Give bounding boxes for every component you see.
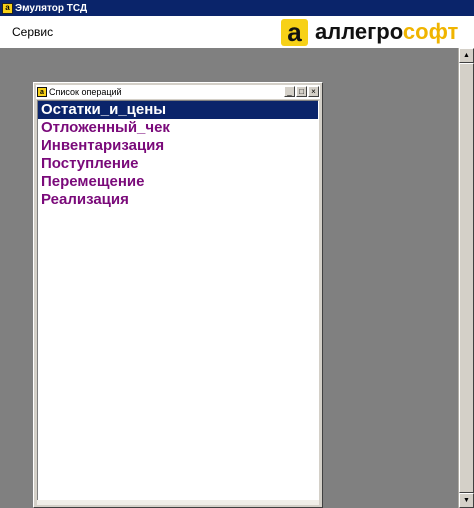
menu-item-service[interactable]: Сервис	[12, 25, 53, 39]
list-item-receipt[interactable]: Поступление	[38, 155, 318, 173]
menubar: Сервис а аллегрософт	[0, 16, 474, 48]
list-item-transfer[interactable]: Перемещение	[38, 173, 318, 191]
logo-mark-icon: а	[281, 18, 308, 46]
list-item-stock-prices[interactable]: Остатки_и_цены	[38, 101, 318, 119]
scroll-up-button[interactable]: ▲	[459, 48, 474, 63]
scroll-thumb[interactable]	[459, 63, 474, 493]
logo-word-accent: софт	[402, 19, 459, 44]
app-icon: а	[2, 2, 13, 14]
window-controls: _ □ ×	[284, 86, 319, 97]
operations-list[interactable]: Остатки_и_цены Отложенный_чек Инвентариз…	[37, 100, 319, 505]
maximize-button[interactable]: □	[296, 86, 307, 97]
brand-logo: а аллегрософт	[281, 18, 458, 46]
minimize-button[interactable]: _	[284, 86, 295, 97]
close-button[interactable]: ×	[308, 86, 319, 97]
list-item-inventory[interactable]: Инвентаризация	[38, 137, 318, 155]
logo-wordmark: аллегрософт	[315, 21, 458, 43]
operations-titlebar[interactable]: а Список операций _ □ ×	[36, 85, 320, 99]
list-item-sale[interactable]: Реализация	[38, 191, 318, 209]
list-item-deferred-receipt[interactable]: Отложенный_чек	[38, 119, 318, 137]
window-title: Эмулятор ТСД	[15, 2, 88, 14]
vertical-scrollbar[interactable]: ▲ ▼	[458, 48, 474, 508]
operations-window: а Список операций _ □ × Остатки_и_цены О…	[33, 82, 323, 508]
scroll-down-button[interactable]: ▼	[459, 493, 474, 508]
horizontal-scroll-strip	[37, 500, 319, 505]
window-titlebar: а Эмулятор ТСД	[0, 0, 474, 16]
child-app-icon: а	[37, 87, 47, 97]
operations-window-title: Список операций	[49, 87, 122, 97]
logo-word-dark: аллегро	[315, 19, 403, 44]
